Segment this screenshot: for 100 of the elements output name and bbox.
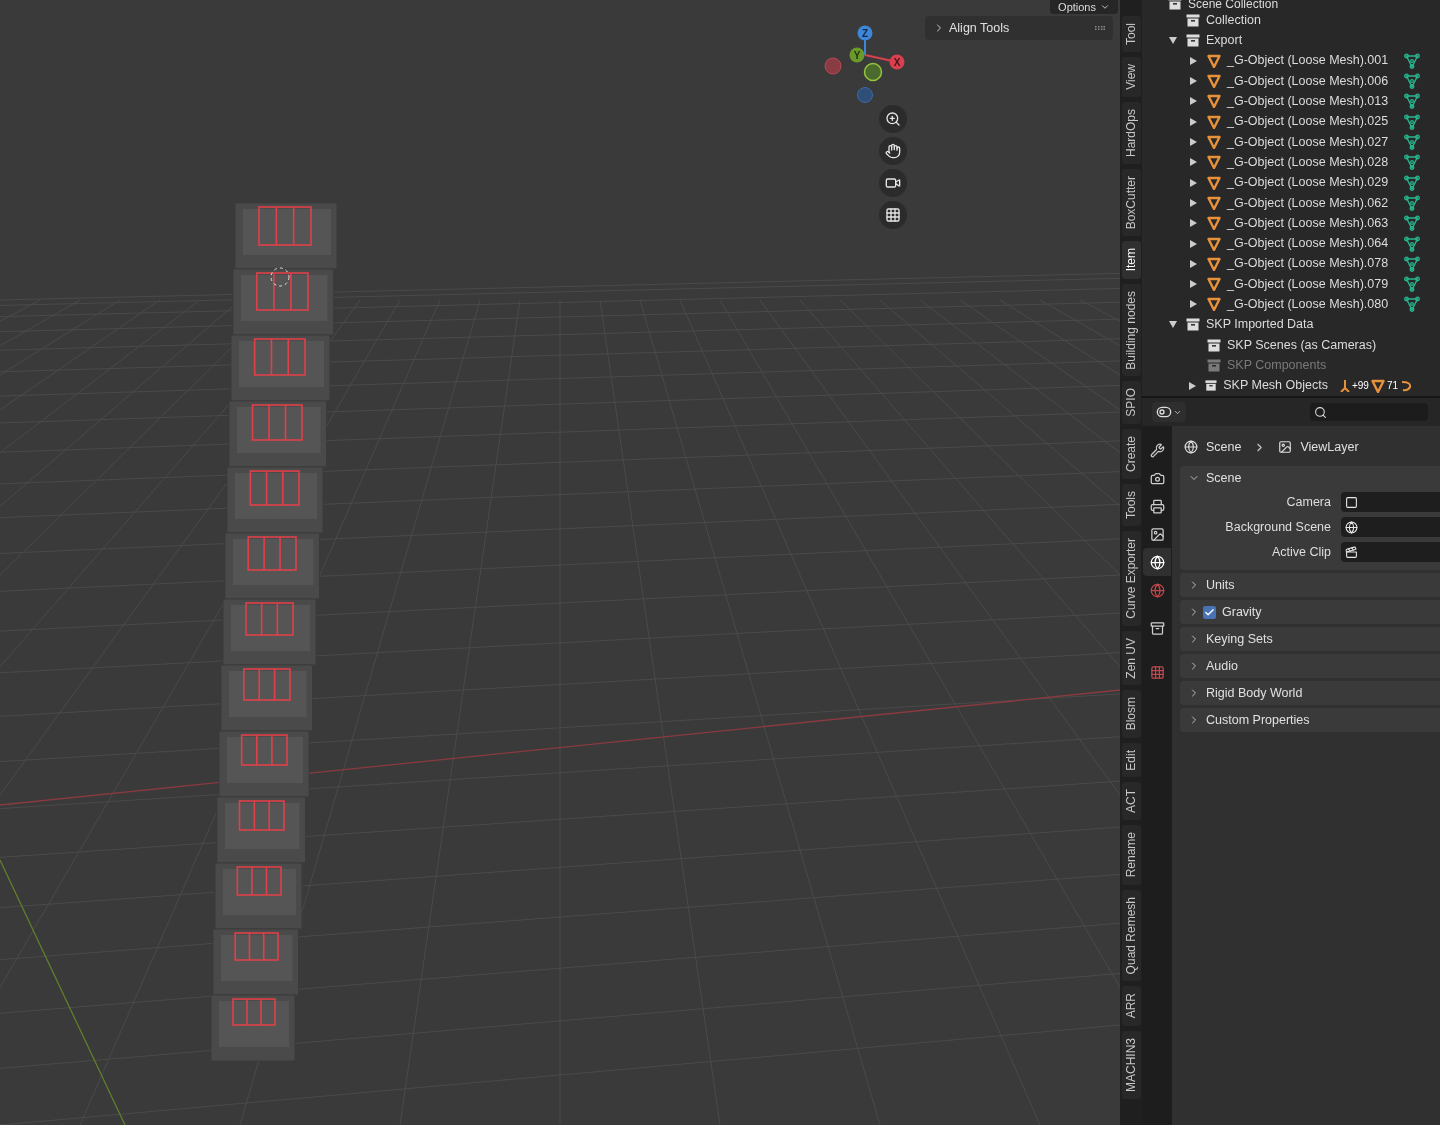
sidebar-tab[interactable]: Edit bbox=[1121, 742, 1141, 778]
view-layer-icon bbox=[1278, 440, 1293, 454]
scene-tab[interactable] bbox=[1143, 548, 1171, 576]
panel-header[interactable]: Units bbox=[1180, 573, 1440, 597]
panel-title: Keying Sets bbox=[1206, 630, 1273, 648]
sidebar-tab[interactable]: SPIO bbox=[1121, 381, 1141, 424]
sidebar-tab[interactable]: Quad Remesh bbox=[1121, 889, 1141, 982]
vertex-triangle-icon bbox=[1404, 255, 1420, 272]
sidebar-tab[interactable]: ACT bbox=[1121, 782, 1141, 821]
sidebar-tab[interactable]: Curve Exporter bbox=[1121, 531, 1141, 626]
zoom-icon bbox=[885, 111, 901, 127]
vertex-triangle-icon bbox=[1404, 296, 1420, 313]
outliner-item-label[interactable]: _G-Object (Loose Mesh).029 bbox=[1227, 173, 1389, 192]
object-field[interactable] bbox=[1341, 517, 1440, 537]
outliner-item-label[interactable]: _G-Object (Loose Mesh).079 bbox=[1227, 274, 1389, 294]
outliner-item-label[interactable]: _G-Object (Loose Mesh).013 bbox=[1227, 92, 1389, 111]
mesh-triangle-icon bbox=[1207, 256, 1221, 271]
outliner-item-label[interactable]: _G-Object (Loose Mesh).028 bbox=[1227, 152, 1389, 172]
panel-header[interactable]: Keying Sets bbox=[1180, 627, 1440, 651]
grid-icon bbox=[1149, 664, 1165, 680]
sidebar-tab[interactable]: Item bbox=[1121, 241, 1141, 279]
panel-title: Custom Properties bbox=[1206, 711, 1310, 729]
mesh-triangle-icon bbox=[1207, 236, 1221, 251]
outliner-item-label[interactable]: _G-Object (Loose Mesh).064 bbox=[1227, 234, 1389, 253]
panel-title: Scene bbox=[1206, 469, 1242, 487]
mesh-triangle-icon bbox=[1207, 114, 1221, 129]
field-label: Camera bbox=[1285, 493, 1332, 511]
outliner-item-label[interactable]: _G-Object (Loose Mesh).001 bbox=[1227, 51, 1389, 71]
checkbox[interactable] bbox=[1203, 605, 1216, 619]
sidebar-tab[interactable]: ARR bbox=[1121, 986, 1141, 1026]
sidebar-tab[interactable]: View bbox=[1121, 57, 1141, 97]
toggle-icon bbox=[1156, 404, 1172, 420]
outliner-item-label[interactable]: Export bbox=[1206, 31, 1243, 50]
mesh-triangle-icon bbox=[1207, 277, 1221, 292]
panel-header[interactable]: Gravity bbox=[1180, 600, 1440, 624]
panel-title: Audio bbox=[1206, 657, 1238, 675]
vertex-triangle-icon bbox=[1404, 235, 1420, 252]
bone-icon bbox=[1339, 379, 1350, 392]
panel-header[interactable]: Custom Properties bbox=[1180, 708, 1440, 732]
box-icon bbox=[1149, 620, 1165, 636]
outliner-item-label[interactable]: SKP Imported Data bbox=[1206, 315, 1314, 335]
collection-box-icon bbox=[1186, 318, 1200, 332]
camera-view-button[interactable] bbox=[879, 169, 907, 197]
outliner-item-label[interactable]: _G-Object (Loose Mesh).025 bbox=[1227, 112, 1389, 132]
caret-icon bbox=[1100, 2, 1110, 12]
outliner-item-label[interactable]: _G-Object (Loose Mesh).006 bbox=[1227, 71, 1389, 91]
drag-handle-icon[interactable] bbox=[1095, 26, 1105, 30]
mesh-triangle-icon bbox=[1207, 53, 1221, 68]
pan-button[interactable] bbox=[879, 137, 907, 165]
panel-title: Gravity bbox=[1222, 603, 1262, 621]
3d-viewport[interactable]: Options Z Y X Align Tools bbox=[0, 0, 1120, 1125]
image-icon bbox=[1149, 526, 1165, 542]
clip-icon bbox=[1345, 545, 1358, 559]
sidebar-tab[interactable]: Rename bbox=[1121, 825, 1141, 885]
panel-header[interactable]: Audio bbox=[1180, 654, 1440, 678]
sidebar-tab[interactable]: Blosm bbox=[1121, 690, 1141, 738]
zoom-button[interactable] bbox=[879, 105, 907, 133]
sidebar-tab[interactable]: Create bbox=[1121, 428, 1141, 479]
vertex-triangle-icon bbox=[1404, 113, 1420, 130]
outliner-item-label[interactable]: SKP Scenes (as Cameras) bbox=[1227, 335, 1377, 355]
object-field[interactable] bbox=[1341, 542, 1440, 562]
collection-box-icon bbox=[1207, 338, 1221, 352]
mesh-triangle-icon bbox=[1370, 378, 1385, 393]
outliner-item-label[interactable]: _G-Object (Loose Mesh).063 bbox=[1227, 213, 1389, 233]
options-dropdown[interactable]: Options bbox=[1050, 0, 1118, 14]
vertex-triangle-icon bbox=[1404, 73, 1420, 90]
sidebar-tab[interactable]: Zen UV bbox=[1121, 630, 1141, 686]
outliner-item-label[interactable]: _G-Object (Loose Mesh).078 bbox=[1227, 254, 1389, 274]
wrench-icon bbox=[1149, 442, 1165, 458]
outliner-item-label[interactable]: _G-Object (Loose Mesh).027 bbox=[1227, 132, 1389, 152]
panel-header[interactable]: Scene bbox=[1180, 466, 1440, 490]
sidebar-tab[interactable]: Tools bbox=[1121, 484, 1141, 526]
perspective-toggle-button[interactable] bbox=[879, 201, 907, 229]
collection-box-icon bbox=[1207, 358, 1221, 372]
vertex-triangle-icon bbox=[1404, 93, 1420, 110]
outliner-item-label[interactable]: Scene Collection bbox=[1188, 0, 1279, 10]
sidebar-tab[interactable]: MACHIN3 bbox=[1121, 1030, 1141, 1099]
navigation-gizmo[interactable]: Z Y X bbox=[822, 22, 910, 108]
outliner-item-label[interactable]: _G-Object (Loose Mesh).062 bbox=[1227, 193, 1389, 213]
panel-header[interactable]: Rigid Body World bbox=[1180, 681, 1440, 705]
object-field[interactable] bbox=[1341, 492, 1440, 512]
disclosure-triangle-icon[interactable] bbox=[1169, 321, 1179, 329]
editor-type-dropdown[interactable] bbox=[1152, 402, 1186, 422]
sidebar-tab[interactable]: Building nodes bbox=[1121, 283, 1141, 377]
sidebar-tab[interactable]: HardOps bbox=[1121, 101, 1141, 164]
sidebar-tab[interactable]: BoxCutter bbox=[1121, 168, 1141, 237]
vertex-triangle-icon bbox=[1404, 174, 1420, 191]
grid-icon bbox=[885, 207, 901, 223]
breadcrumb-item[interactable]: ViewLayer bbox=[1300, 437, 1359, 457]
sidebar-tab[interactable]: Tool bbox=[1121, 16, 1141, 52]
disclosure-triangle-icon[interactable] bbox=[1169, 36, 1179, 44]
outliner-item-label[interactable]: _G-Object (Loose Mesh).080 bbox=[1227, 295, 1389, 314]
breadcrumb-item[interactable]: Scene bbox=[1206, 437, 1242, 457]
count-label: +99 bbox=[1351, 379, 1369, 394]
globe-icon bbox=[1149, 554, 1165, 570]
outliner-item-label[interactable]: SKP Mesh Objects bbox=[1223, 376, 1328, 396]
align-tools-panel[interactable]: Align Tools bbox=[925, 16, 1113, 40]
outliner-item-label[interactable]: Collection bbox=[1206, 10, 1261, 30]
printer-icon bbox=[1149, 498, 1165, 514]
search-field[interactable] bbox=[1310, 403, 1428, 421]
